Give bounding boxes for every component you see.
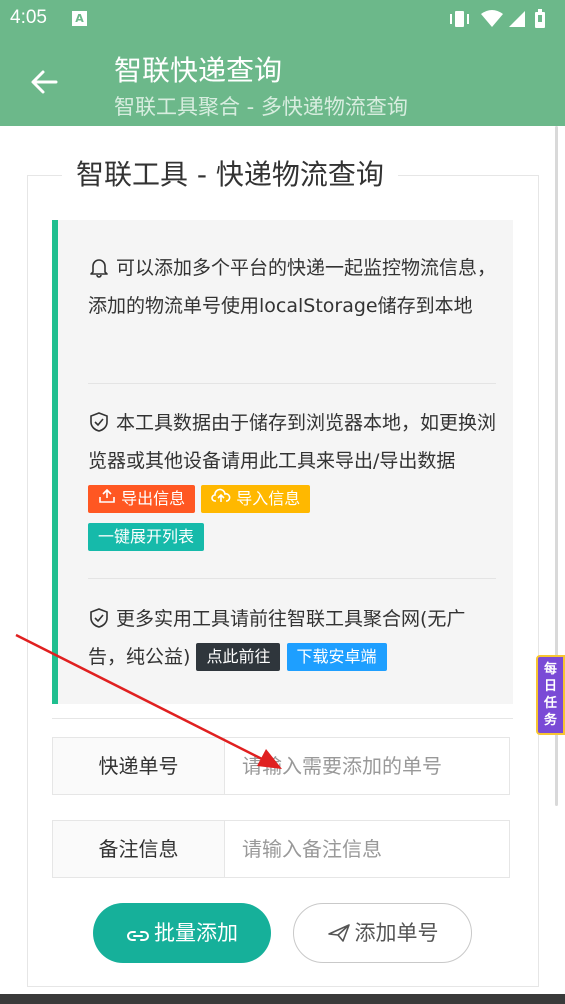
info-box: 可以添加多个平台的快递一起监控物流信息，添加的物流单号使用localStorag… xyxy=(52,220,513,704)
panel-legend: 智联工具 - 快递物流查询 xyxy=(62,153,398,193)
tracking-number-input[interactable] xyxy=(225,738,505,794)
download-android-button[interactable]: 下载安卓端 xyxy=(286,643,387,671)
cloud-upload-icon xyxy=(211,488,231,502)
note-text: 可以添加多个平台的快递一起监控物流信息，添加的物流单号使用localStorag… xyxy=(88,257,497,317)
export-icon xyxy=(99,488,115,503)
tracking-number-row: 快递单号 xyxy=(52,737,510,795)
send-icon xyxy=(327,924,350,942)
add-number-label: 添加单号 xyxy=(354,921,439,945)
note-browser-storage: 本工具数据由于储存到浏览器本地，如更换浏览器或其他设备请用此工具来导出/导出数据… xyxy=(88,404,498,556)
page-title: 智联快递查询 xyxy=(114,54,283,87)
import-button[interactable]: 导入信息 xyxy=(201,485,311,513)
batch-add-button[interactable]: 批量添加 xyxy=(93,903,271,963)
signal-icon xyxy=(509,11,525,27)
status-time: 4:05 xyxy=(10,7,47,28)
notification-a-icon: A xyxy=(72,11,87,26)
battery-icon xyxy=(535,9,545,28)
link-icon xyxy=(127,931,149,941)
goto-site-button[interactable]: 点此前往 xyxy=(196,643,281,671)
export-button[interactable]: 导出信息 xyxy=(88,485,196,513)
system-icons xyxy=(447,8,557,34)
status-bar: 4:05 A xyxy=(0,0,565,38)
page-subtitle: 智联工具聚合 - 多快递物流查询 xyxy=(114,95,408,119)
wifi-icon xyxy=(481,10,503,27)
remark-label: 备注信息 xyxy=(53,821,225,877)
export-label: 导出信息 xyxy=(121,489,186,508)
title-bar: 智联快递查询 智联工具聚合 - 多快递物流查询 xyxy=(0,38,565,126)
vibrate-icon xyxy=(450,11,469,27)
add-number-button[interactable]: 添加单号 xyxy=(293,903,472,963)
note-separator xyxy=(88,383,496,384)
note-localstorage: 可以添加多个平台的快递一起监控物流信息，添加的物流单号使用localStorag… xyxy=(88,249,498,325)
daily-task-badge[interactable]: 每日任务 xyxy=(536,655,565,735)
note-text: 本工具数据由于储存到浏览器本地，如更换浏览器或其他设备请用此工具来导出/导出数据 xyxy=(88,412,497,472)
batch-add-label: 批量添加 xyxy=(154,921,238,945)
shield-check-icon xyxy=(88,604,110,628)
note-more-tools: 更多实用工具请前往智联工具聚合网(无广告，纯公益) 点此前往 下载安卓端 xyxy=(88,600,498,676)
expand-list-button[interactable]: 一键展开列表 xyxy=(88,523,205,551)
remark-input[interactable] xyxy=(225,821,505,877)
back-arrow-icon[interactable] xyxy=(26,64,62,100)
tracking-number-label: 快递单号 xyxy=(53,738,225,794)
navigation-bar xyxy=(0,994,565,1004)
form-divider xyxy=(52,718,513,719)
bell-icon xyxy=(88,253,110,278)
remark-row: 备注信息 xyxy=(52,820,510,878)
import-label: 导入信息 xyxy=(236,489,301,508)
note-separator xyxy=(88,578,496,579)
shield-check-icon xyxy=(88,408,110,432)
